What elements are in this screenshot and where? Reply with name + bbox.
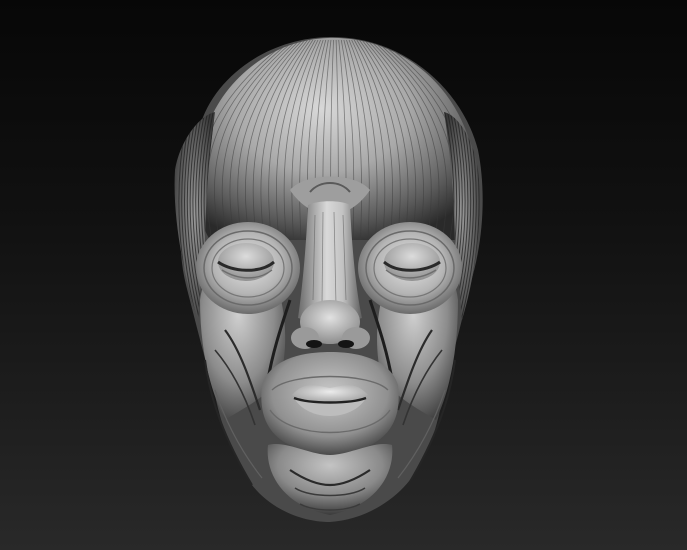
eye-left [196,222,300,314]
eye-right [358,222,462,314]
sculpted-head-render[interactable] [0,0,687,550]
viewport[interactable] [0,0,687,550]
